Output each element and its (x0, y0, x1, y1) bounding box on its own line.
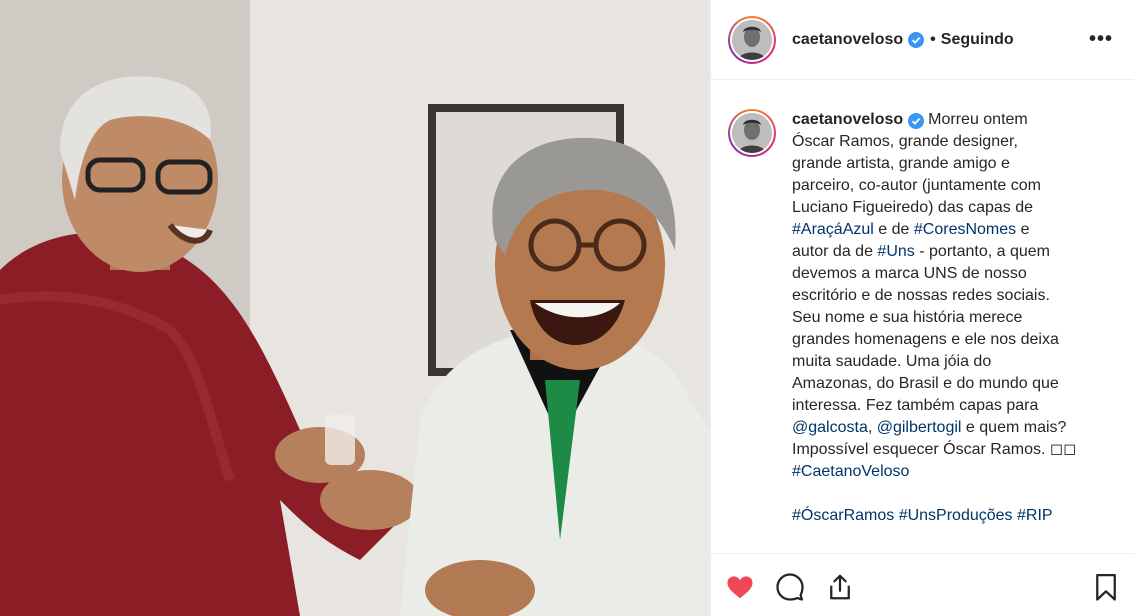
mention-link[interactable]: @galcosta, (792, 419, 872, 436)
hashtag-link[interactable]: #CoresNomes (914, 221, 1016, 238)
caption: caetanoveloso Morreu ontem Óscar Ramos, g… (728, 109, 1092, 527)
caption-line: muita saudade. Uma jóia do (792, 353, 992, 370)
caption-line-hashtags[interactable]: #AraçáAzul e de #CoresNomes e (792, 219, 1092, 241)
avatar (732, 19, 772, 60)
comment-button[interactable] (773, 570, 807, 604)
caption-line: Seu nome e sua história merece (792, 309, 1023, 326)
like-button[interactable] (723, 570, 757, 604)
hashtag-link[interactable]: #ÓscarRamos (792, 507, 894, 524)
verified-badge-icon (908, 31, 925, 48)
share-icon (830, 574, 850, 600)
caption-line: Impossível esquecer Óscar Ramos. ◻◻ (792, 441, 1077, 458)
caption-text: caetanoveloso Morreu ontem Óscar Ramos, g… (792, 109, 1092, 527)
caption-avatar (732, 113, 772, 153)
caption-story-ring[interactable] (728, 109, 776, 157)
caption-line-mentions[interactable]: @galcosta, @gilbertogil e quem mais? (792, 417, 1092, 439)
comments-section[interactable]: caetanoveloso Morreu ontem Óscar Ramos, g… (711, 81, 1134, 551)
action-bar (711, 553, 1134, 616)
mention-link[interactable]: @gilbertogil (877, 419, 962, 436)
hashtag-link[interactable]: #UnsProduções (899, 507, 1013, 524)
share-button[interactable] (823, 570, 857, 604)
caption-tags[interactable]: #ÓscarRamos #UnsProduções #RIP (792, 505, 1092, 527)
caption-line: interessa. Fez também capas para (792, 397, 1039, 414)
caption-line: grandes homenagens e ele nos deixa (792, 331, 1059, 348)
bookmark-icon (1096, 574, 1116, 601)
more-options-icon[interactable]: ••• (1089, 28, 1113, 51)
caption-line-hashtag[interactable]: autor da de #Uns - portanto, a quem (792, 241, 1092, 263)
post-header: caetanoveloso • Seguindo ••• (711, 0, 1134, 80)
hashtag-link[interactable]: #Uns (877, 243, 914, 260)
story-ring[interactable] (728, 15, 776, 64)
hashtag-link[interactable]: #CaetanoVeloso (792, 463, 909, 480)
caption-line: devemos a marca UNS de nosso (792, 265, 1027, 282)
comment-icon (776, 573, 804, 601)
post: caetanoveloso • Seguindo ••• caetanovelo… (0, 0, 1134, 616)
hashtag-link[interactable]: #RIP (1017, 507, 1053, 524)
photo-image (0, 0, 710, 616)
caption-line: grande artista, grande amigo e (792, 155, 1010, 172)
separator-dot: • (930, 30, 936, 48)
post-panel: caetanoveloso • Seguindo ••• caetanovelo… (710, 0, 1134, 616)
header-username[interactable]: caetanoveloso (792, 31, 903, 49)
following-button[interactable]: Seguindo (941, 31, 1014, 49)
caption-line: parceiro, co-autor (juntamente com (792, 177, 1041, 194)
hashtag-link[interactable]: #AraçáAzul (792, 221, 874, 238)
caption-line: escritório e de nossas redes sociais. (792, 287, 1050, 304)
caption-line-first: caetanoveloso Morreu ontem (792, 109, 1092, 131)
caption-line: Óscar Ramos, grande designer, (792, 133, 1018, 150)
caption-line-hashtag[interactable]: #CaetanoVeloso (792, 461, 1092, 483)
caption-line: Luciano Figueiredo) das capas de (792, 199, 1034, 216)
post-photo[interactable] (0, 0, 710, 616)
caption-line: Morreu ontem (928, 111, 1028, 128)
caption-line: Amazonas, do Brasil e do mundo que (792, 375, 1059, 392)
caption-gap (792, 483, 1092, 505)
heart-filled-icon (727, 576, 753, 599)
save-button[interactable] (1089, 570, 1123, 604)
caption-verified-icon (908, 113, 925, 129)
caption-username[interactable]: caetanoveloso (792, 111, 903, 128)
